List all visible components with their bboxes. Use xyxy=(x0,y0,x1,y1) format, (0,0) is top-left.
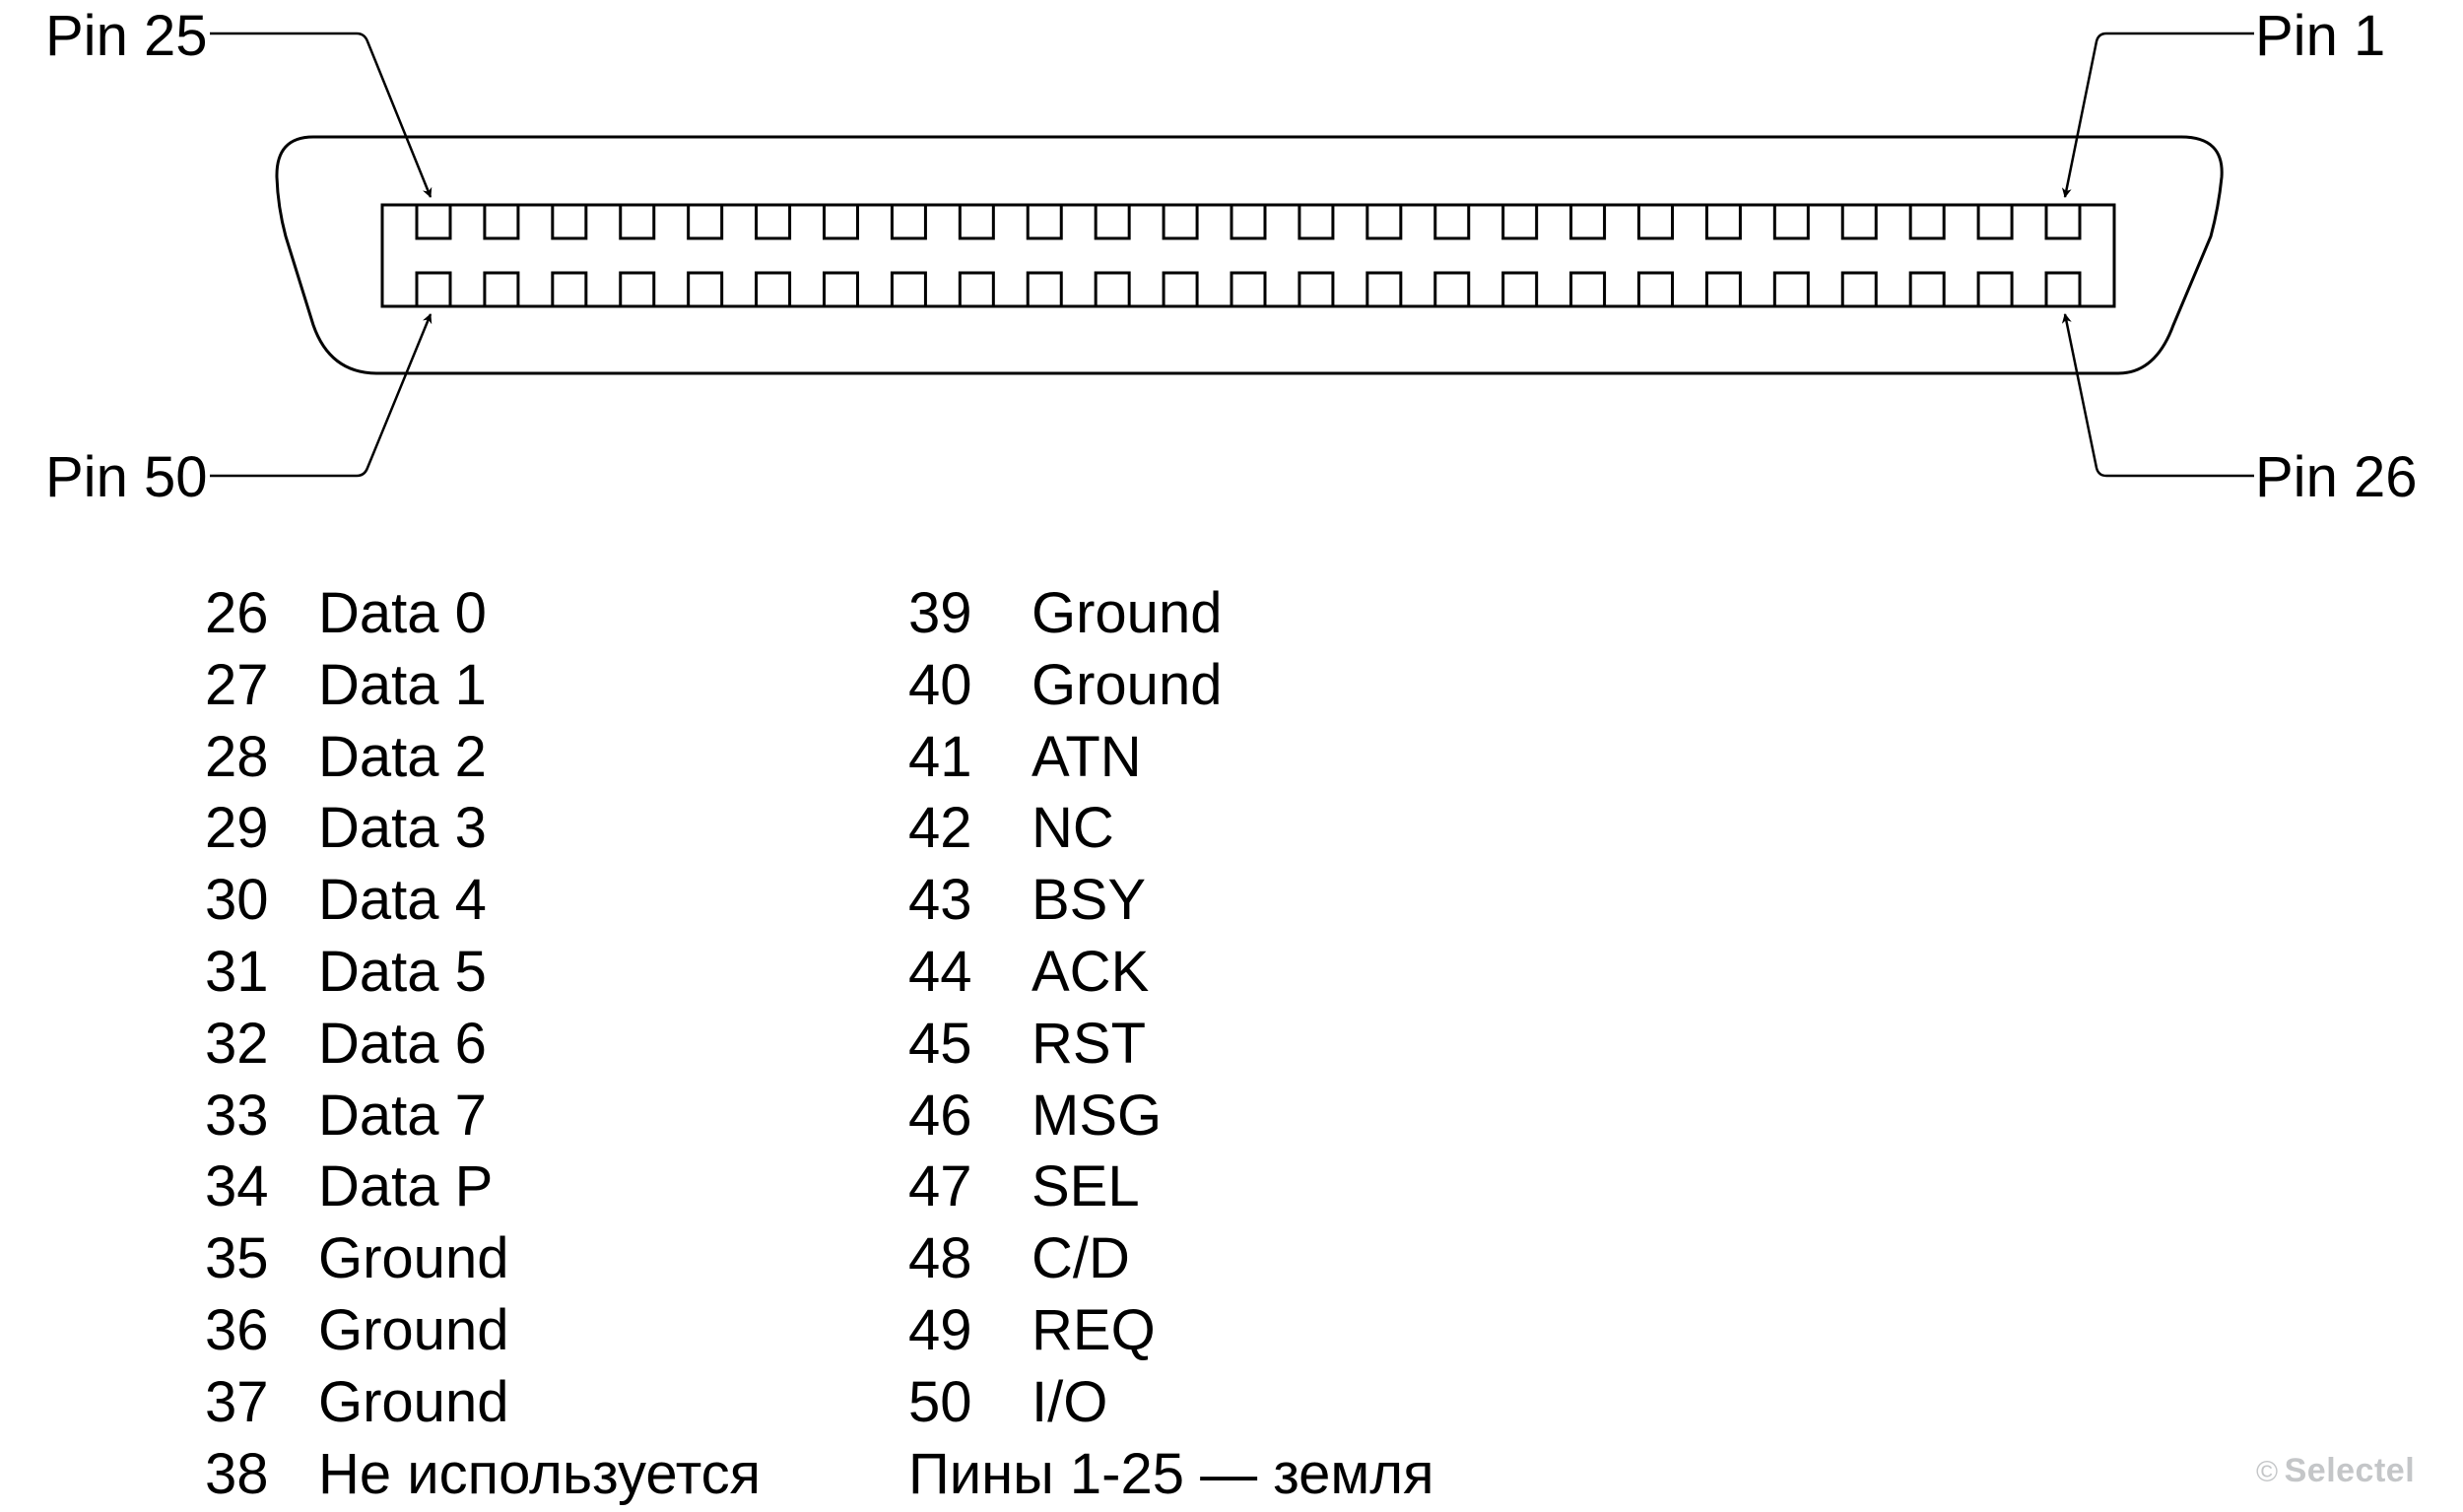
pin-number: 30 xyxy=(205,868,269,933)
pin-signal: ATN xyxy=(1032,724,1142,789)
pin-signal: Ground xyxy=(318,1226,509,1291)
pin-number: 39 xyxy=(908,581,972,645)
pin-signal: Ground xyxy=(318,1369,509,1434)
pin-number: 36 xyxy=(205,1298,269,1362)
pinout-table: 26 Data 0 27 Data 1 28 Data 2 29 Data 3 30 Data 4… xyxy=(0,0,2463,1512)
pin-number: 41 xyxy=(908,724,972,789)
pin-number: 27 xyxy=(205,652,269,717)
ground-pins-note: Пины 1-25 — земля xyxy=(908,1441,1434,1506)
pin-number: 38 xyxy=(205,1441,269,1506)
pin-signal: I/O xyxy=(1032,1369,1108,1434)
pin-number: 31 xyxy=(205,940,269,1004)
pin-number: 46 xyxy=(908,1083,972,1148)
pin-signal: Data 3 xyxy=(318,796,487,861)
pin-number: 40 xyxy=(908,652,972,717)
copyright-icon: © xyxy=(2256,1456,2279,1488)
pin-number: 35 xyxy=(205,1226,269,1291)
pin-number: 48 xyxy=(908,1226,972,1291)
pin-signal: Data 1 xyxy=(318,652,487,717)
pin-signal: REQ xyxy=(1032,1298,1156,1362)
pin-number: 29 xyxy=(205,796,269,861)
pin-signal: Data 6 xyxy=(318,1011,487,1076)
pin-signal: Data P xyxy=(318,1154,494,1219)
pin-signal: MSG xyxy=(1032,1083,1163,1148)
pin-signal: Data 4 xyxy=(318,868,487,933)
pin-signal: ACK xyxy=(1032,940,1150,1004)
pin-number: 50 xyxy=(908,1369,972,1434)
pin-number: 43 xyxy=(908,868,972,933)
pin-number: 33 xyxy=(205,1083,269,1148)
watermark-brand: Selectel xyxy=(2284,1452,2416,1489)
pin-signal: C/D xyxy=(1032,1226,1130,1291)
pin-number: 28 xyxy=(205,724,269,789)
pin-number: 32 xyxy=(205,1011,269,1076)
pin-number: 44 xyxy=(908,940,972,1004)
pin-signal: NC xyxy=(1032,796,1114,861)
pin-signal: Data 2 xyxy=(318,724,487,789)
pin-signal: Ground xyxy=(318,1298,509,1362)
pin-signal: SEL xyxy=(1032,1154,1140,1219)
pin-number: 37 xyxy=(205,1369,269,1434)
pin-number: 34 xyxy=(205,1154,269,1219)
pin-signal: BSY xyxy=(1032,868,1147,933)
pin-number: 45 xyxy=(908,1011,972,1076)
pin-number: 26 xyxy=(205,581,269,645)
pin-signal: Data 0 xyxy=(318,581,487,645)
pin-signal: Data 7 xyxy=(318,1083,487,1148)
pin-signal: Ground xyxy=(1032,652,1223,717)
pin-number: 42 xyxy=(908,796,972,861)
pin-signal: Не используется xyxy=(318,1441,762,1506)
pin-number: 47 xyxy=(908,1154,972,1219)
pin-number: 49 xyxy=(908,1298,972,1362)
pin-signal: Ground xyxy=(1032,581,1223,645)
selectel-watermark: © Selectel xyxy=(2256,1452,2415,1490)
pin-signal: RST xyxy=(1032,1011,1146,1076)
pin-signal: Data 5 xyxy=(318,940,487,1004)
